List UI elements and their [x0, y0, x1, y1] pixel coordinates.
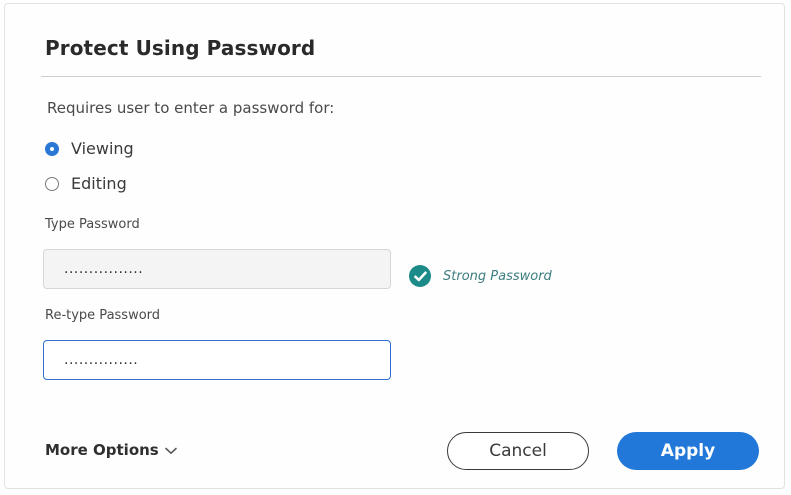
- retype-password-input[interactable]: [43, 340, 391, 380]
- radio-editing-label: Editing: [71, 174, 127, 193]
- check-circle-icon: [409, 265, 431, 287]
- radio-viewing-label: Viewing: [71, 139, 134, 158]
- cancel-button[interactable]: Cancel: [447, 432, 589, 470]
- radio-editing[interactable]: Editing: [45, 174, 127, 193]
- type-password-input[interactable]: [43, 249, 391, 289]
- password-strength-indicator: Strong Password: [409, 265, 552, 287]
- dialog-title: Protect Using Password: [45, 36, 316, 60]
- apply-button[interactable]: Apply: [617, 432, 759, 470]
- type-password-label: Type Password: [45, 217, 140, 232]
- title-divider: [41, 76, 761, 77]
- radio-checked-icon[interactable]: [45, 141, 59, 156]
- more-options-toggle[interactable]: More Options: [45, 441, 177, 459]
- radio-viewing[interactable]: Viewing: [45, 139, 134, 158]
- retype-password-label: Re-type Password: [45, 308, 161, 323]
- strength-text: Strong Password: [443, 268, 552, 284]
- more-options-label: More Options: [45, 441, 159, 459]
- protect-password-dialog: Protect Using Password Requires user to …: [4, 3, 785, 489]
- chevron-down-icon: [164, 441, 177, 459]
- radio-unchecked-icon[interactable]: [45, 176, 59, 191]
- requires-text: Requires user to enter a password for:: [47, 99, 335, 117]
